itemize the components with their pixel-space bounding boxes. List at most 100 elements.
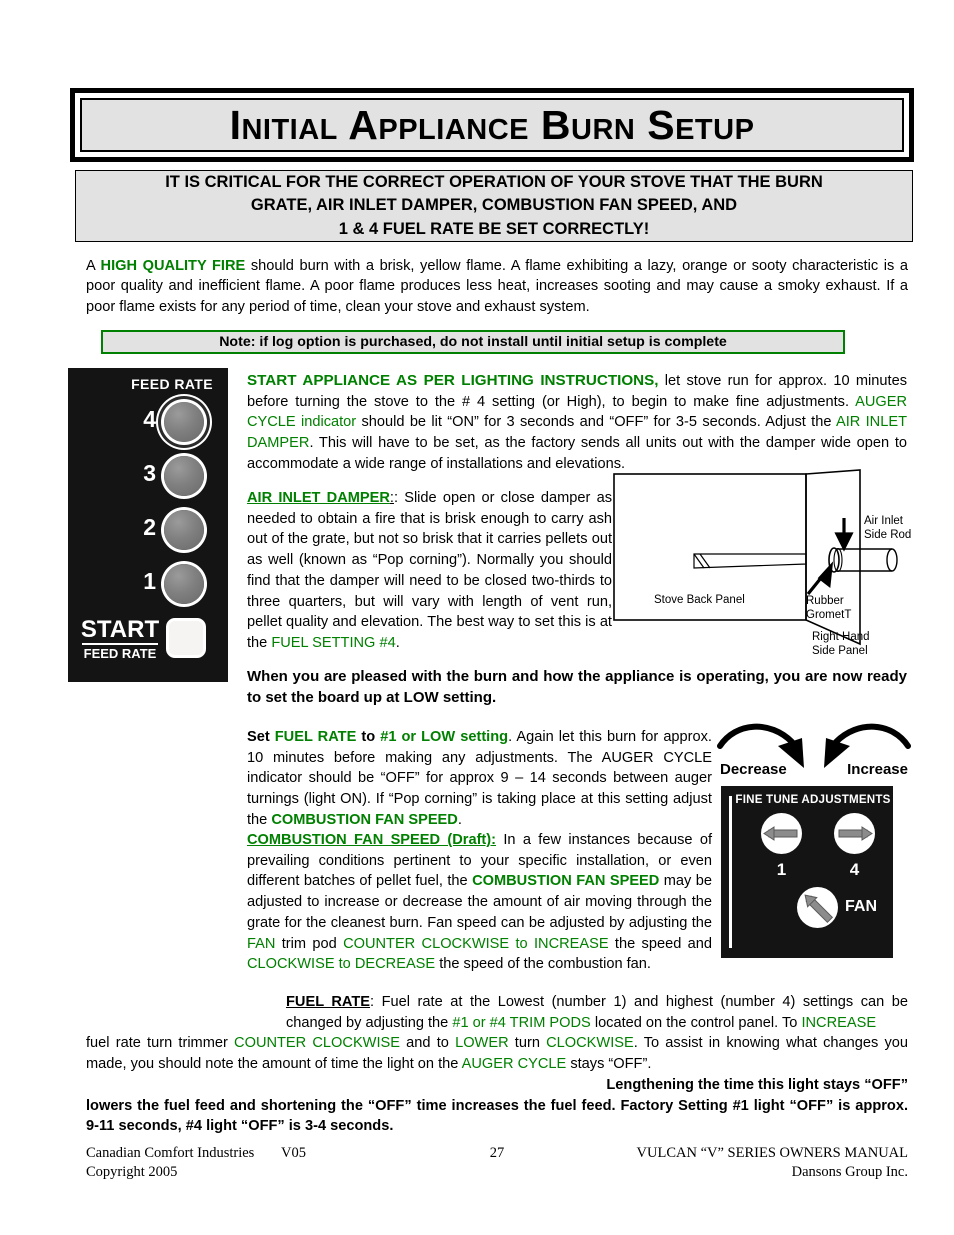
start-appliance-text-3: . This will have to be set, as the facto… [247, 435, 907, 472]
feed-rate-row-3[interactable]: 3 [68, 454, 213, 500]
page-title-box: Initial Appliance Burn Setup [70, 88, 914, 162]
air-inlet-damper-paragraph: AIR INLET DAMPER:: Slide open or close d… [247, 488, 612, 654]
footer-group: Dansons Group Inc. [791, 1164, 908, 1180]
footer-row-2: Copyright 2005 Dansons Group Inc. [86, 1163, 908, 1182]
combustion-text-4: the speed and [608, 935, 712, 952]
set-fuel-rate-paragraph: Set FUEL RATE to #1 or LOW setting. Agai… [247, 727, 712, 831]
page-footer: Canadian Comfort Industries V05 27 VULCA… [86, 1144, 908, 1184]
feed-rate-led-2-icon[interactable] [164, 510, 204, 550]
feed-rate-row-4[interactable]: 4 [68, 400, 213, 446]
trim-pod-1[interactable] [761, 813, 802, 854]
increase-arrow-curve [833, 723, 911, 749]
fuel-rate-text-2: located on the control panel. To [590, 1014, 802, 1031]
air-inlet-damper-period: . [395, 635, 400, 652]
feed-rate-number-3: 3 [143, 460, 156, 486]
trim-pod-4-label: 4 [849, 860, 860, 879]
start-button[interactable] [166, 618, 206, 658]
fuel-rate-paragraph: FUEL RATE: Fuel rate at the Lowest (numb… [86, 992, 908, 1137]
fuel-rate-heading: FUEL RATE [286, 994, 371, 1010]
panel-feed-rate-label: FEED RATE [131, 376, 213, 392]
adjustment-arrow-labels: Decrease Increase [716, 761, 912, 779]
diagram-label-rubber: Rubber [806, 595, 844, 607]
critical-notice-line-3: 1 & 4 FUEL RATE BE SET CORRECTLY! [338, 219, 650, 238]
combustion-fan-speed-heading: COMBUSTION FAN SPEED (Draft): [247, 832, 497, 848]
feed-rate-led-4-icon[interactable] [164, 402, 204, 442]
highlight-trim-pods: #1 or #4 TRIM PODS [452, 1014, 591, 1031]
set-fuel-rate-period: . [457, 811, 462, 828]
highlight-lower: LOWER [455, 1035, 509, 1052]
fuel-rate-indent-block: FUEL RATE: Fuel rate at the Lowest (numb… [86, 992, 908, 1033]
fuel-rate-text-8: lowers the fuel feed and shortening the … [86, 1097, 612, 1114]
footer-manual-title: VULCAN “V” SERIES OWNERS MANUAL [636, 1145, 908, 1161]
page-title-inner: Initial Appliance Burn Setup [80, 98, 904, 152]
highlight-combustion-fan-speed-1: COMBUSTION FAN SPEED [271, 811, 458, 828]
highlight-counter-clockwise: COUNTER CLOCKWISE [234, 1035, 400, 1052]
diagram-label-stove-back-panel: Stove Back Panel [654, 594, 745, 606]
feed-rate-row-2[interactable]: 2 [68, 508, 213, 554]
page-title: Initial Appliance Burn Setup [229, 101, 755, 148]
intro-paragraph: A HIGH QUALITY FIRE should burn with a b… [86, 256, 908, 317]
control-panel-graphic: FEED RATE 4 3 2 1 START FEED RATE [68, 368, 228, 682]
fine-tune-title: FINE TUNE ADJUSTMENTS [735, 793, 891, 806]
critical-notice-line-1: IT IS CRITICAL FOR THE CORRECT OPERATION… [165, 172, 823, 191]
combustion-text-5: the speed of the combustion fan. [435, 956, 651, 973]
feed-rate-led-1-icon[interactable] [164, 564, 204, 604]
air-inlet-diagram: Air Inlet Side Rod Rubber GrometT Stove … [612, 468, 912, 663]
highlight-clockwise-decrease: CLOCKWISE to DECREASE [247, 956, 436, 973]
fuel-rate-text-5: turn [508, 1035, 547, 1052]
fine-tune-adjustments-panel: FINE TUNE ADJUSTMENTS 1 4 FAN [721, 786, 893, 958]
trim-pod-1-label: 1 [776, 860, 787, 879]
trim-pod-fan[interactable] [797, 887, 838, 928]
set-fuel-rate-text-1: to [356, 729, 381, 745]
air-inlet-damper-heading: AIR INLET DAMPER [247, 490, 390, 506]
highlight-auger-cycle: AUGER CYCLE [461, 1056, 567, 1073]
diagram-label-gromett: GrometT [806, 609, 851, 621]
highlight-clockwise: CLOCKWISE [546, 1035, 634, 1052]
increase-label: Increase [847, 761, 908, 778]
highlight-combustion-fan-speed-2: COMBUSTION FAN SPEED [472, 873, 660, 890]
document-page: Initial Appliance Burn Setup IT IS CRITI… [0, 0, 954, 1235]
footer-row-1: Canadian Comfort Industries V05 27 VULCA… [86, 1144, 908, 1163]
start-divider [82, 643, 158, 645]
fuel-rate-lengthening-line: Lengthening the time this light stays “O… [606, 1076, 908, 1093]
trim-pod-4[interactable] [834, 813, 875, 854]
set-fuel-rate-text-0: Set [247, 729, 275, 745]
feed-rate-led-3-icon[interactable] [164, 456, 204, 496]
fine-tune-left-bar [729, 796, 732, 948]
start-feed-rate-sublabel: FEED RATE [83, 646, 157, 661]
intro-highlight-high-quality-fire: HIGH QUALITY FIRE [100, 258, 246, 274]
diagram-label-right-hand: Right Hand [812, 631, 870, 643]
log-option-note-box: Note: if log option is purchased, do not… [101, 330, 845, 354]
start-appliance-heading: START APPLIANCE AS PER LIGHTING INSTRUCT… [247, 372, 655, 389]
highlight-fuel-rate: FUEL RATE [274, 729, 357, 745]
combustion-text-3: trim pod [275, 935, 344, 952]
feed-rate-number-2: 2 [143, 514, 156, 540]
critical-notice-line-2: GRATE, AIR INLET DAMPER, COMBUSTION FAN … [250, 196, 738, 215]
start-feed-rate-group[interactable]: START FEED RATE [78, 616, 218, 668]
critical-notice-box: IT IS CRITICAL FOR THE CORRECT OPERATION… [75, 170, 913, 242]
highlight-counter-clockwise-increase: COUNTER CLOCKWISE to INCREASE [343, 935, 609, 952]
start-appliance-text-2: should be lit “ON” for 3 seconds and “OF… [356, 414, 836, 431]
fuel-rate-text-3: fuel rate turn trimmer [86, 1035, 235, 1052]
decrease-label: Decrease [720, 761, 787, 778]
footer-copyright: Copyright 2005 [86, 1164, 178, 1180]
ready-for-low-setting-paragraph: When you are pleased with the burn and h… [247, 668, 907, 707]
highlight-increase: INCREASE [801, 1014, 877, 1031]
fuel-rate-text-4: and to [399, 1035, 456, 1052]
intro-text-1: A [86, 258, 101, 274]
feed-rate-number-1: 1 [143, 568, 156, 594]
feed-rate-number-4: 4 [143, 406, 156, 432]
highlight-fuel-setting-4: FUEL SETTING #4 [271, 635, 396, 652]
fuel-rate-text-7: stays “OFF”. [566, 1056, 652, 1073]
start-appliance-paragraph: START APPLIANCE AS PER LIGHTING INSTRUCT… [247, 370, 907, 475]
air-inlet-damper-text: : Slide open or close damper as needed t… [247, 490, 612, 652]
highlight-fan: FAN [247, 935, 276, 952]
decrease-arrow-curve [717, 723, 795, 749]
feed-rate-row-1[interactable]: 1 [68, 562, 213, 608]
highlight-low-setting: #1 or LOW setting [380, 729, 509, 745]
diagram-label-side-panel: Side Panel [812, 645, 868, 657]
trim-pod-fan-label: FAN [845, 898, 877, 915]
start-label: START [80, 616, 160, 643]
combustion-fan-speed-paragraph: COMBUSTION FAN SPEED (Draft): In a few i… [247, 830, 712, 975]
diagram-label-air-inlet: Air Inlet [864, 515, 904, 527]
